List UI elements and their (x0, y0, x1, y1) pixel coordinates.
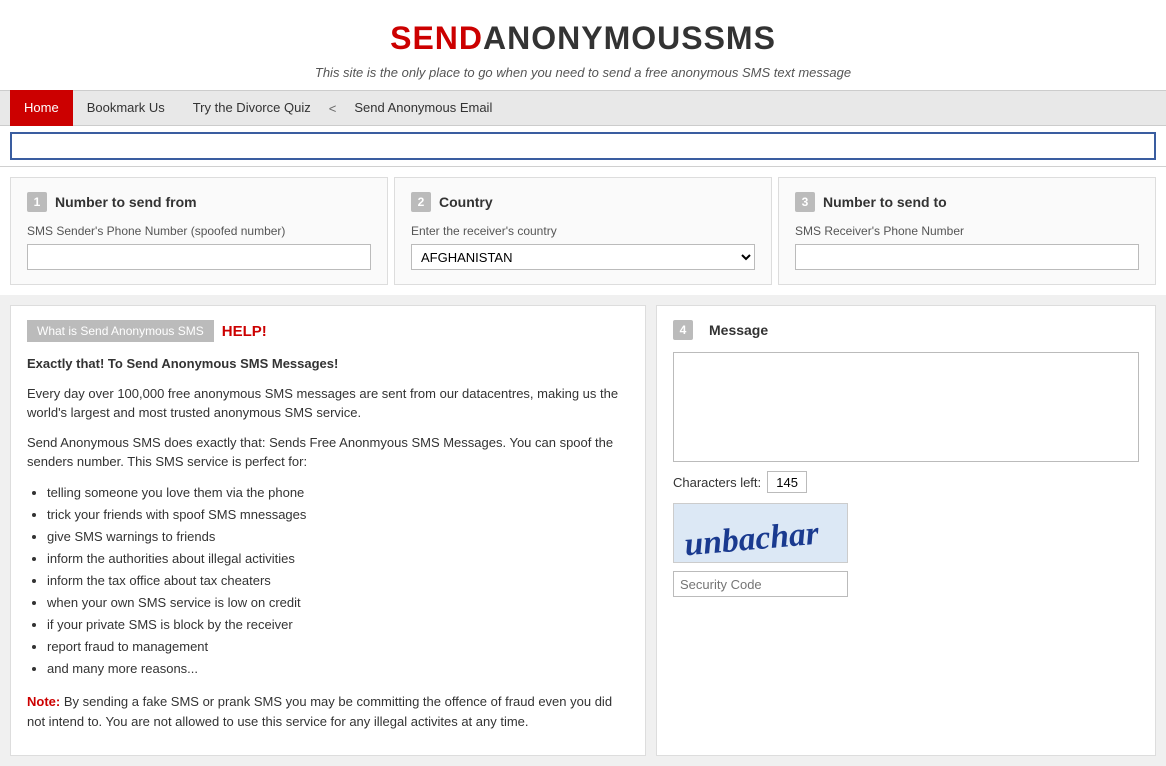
main-content: What is Send Anonymous SMS HELP! Exactly… (0, 295, 1166, 766)
step1-label: SMS Sender's Phone Number (spoofed numbe… (27, 224, 371, 238)
sender-phone-input[interactable] (27, 244, 371, 270)
note-paragraph: Note: By sending a fake SMS or prank SMS… (27, 692, 629, 731)
chars-left-row: Characters left: (673, 471, 1139, 493)
search-bar-area (0, 126, 1166, 167)
receiver-phone-input[interactable] (795, 244, 1139, 270)
left-panel-title-bar: What is Send Anonymous SMS HELP! (27, 320, 629, 342)
left-para3: Send Anonymous SMS does exactly that: Se… (27, 433, 629, 472)
list-item: telling someone you love them via the ph… (47, 482, 629, 504)
step1-title: Number to send from (55, 194, 197, 210)
step2-section: 2 Country Enter the receiver's country A… (394, 177, 772, 285)
nav-item-divorce-quiz[interactable]: Try the Divorce Quiz (179, 90, 325, 126)
list-item: if your private SMS is block by the rece… (47, 614, 629, 636)
what-is-button[interactable]: What is Send Anonymous SMS (27, 320, 214, 342)
search-input[interactable] (10, 132, 1156, 160)
list-item: inform the authorities about illegal act… (47, 548, 629, 570)
nav-separator: < (325, 93, 341, 124)
captcha-image: unbachar (673, 503, 848, 563)
note-label: Note: (27, 694, 60, 709)
chars-left-input[interactable] (767, 471, 807, 493)
steps-row: 1 Number to send from SMS Sender's Phone… (0, 167, 1166, 295)
title-black: ANONYMOUSSMS (483, 20, 776, 56)
message-textarea[interactable] (673, 352, 1139, 462)
right-panel-header: 4 Message (673, 320, 1139, 340)
step2-header: 2 Country (411, 192, 755, 212)
right-panel: 4 Message Characters left: unbachar (656, 305, 1156, 756)
step1-header: 1 Number to send from (27, 192, 371, 212)
security-code-input[interactable] (673, 571, 848, 597)
left-para1: Exactly that! To Send Anonymous SMS Mess… (27, 354, 629, 374)
step1-number: 1 (27, 192, 47, 212)
nav-item-bookmark[interactable]: Bookmark Us (73, 90, 179, 126)
step2-label: Enter the receiver's country (411, 224, 755, 238)
left-panel: What is Send Anonymous SMS HELP! Exactly… (10, 305, 646, 756)
list-item: give SMS warnings to friends (47, 526, 629, 548)
header-subtitle: This site is the only place to go when y… (20, 65, 1146, 80)
step3-header: 3 Number to send to (795, 192, 1139, 212)
site-title: SENDANONYMOUSSMS (20, 20, 1146, 57)
step3-label: SMS Receiver's Phone Number (795, 224, 1139, 238)
list-item: trick your friends with spoof SMS mnessa… (47, 504, 629, 526)
captcha-svg: unbachar (674, 503, 847, 563)
benefits-list: telling someone you love them via the ph… (47, 482, 629, 681)
step3-number: 3 (795, 192, 815, 212)
title-red: SEND (390, 20, 483, 56)
left-para2: Every day over 100,000 free anonymous SM… (27, 384, 629, 423)
step2-number: 2 (411, 192, 431, 212)
nav-item-anonymous-email[interactable]: Send Anonymous Email (340, 90, 506, 126)
list-item: inform the tax office about tax cheaters (47, 570, 629, 592)
step4-title: Message (709, 322, 768, 338)
step2-title: Country (439, 194, 493, 210)
chars-left-label: Characters left: (673, 475, 761, 490)
step3-section: 3 Number to send to SMS Receiver's Phone… (778, 177, 1156, 285)
step3-title: Number to send to (823, 194, 947, 210)
list-item: when your own SMS service is low on cred… (47, 592, 629, 614)
list-item: report fraud to management (47, 636, 629, 658)
page-wrapper: SENDANONYMOUSSMS This site is the only p… (0, 0, 1166, 766)
nav-item-home[interactable]: Home (10, 90, 73, 126)
header: SENDANONYMOUSSMS This site is the only p… (0, 0, 1166, 90)
help-label: HELP! (222, 323, 267, 340)
note-content: By sending a fake SMS or prank SMS you m… (27, 694, 612, 729)
nav-bar: Home Bookmark Us Try the Divorce Quiz < … (0, 90, 1166, 126)
country-select[interactable]: AFGHANISTAN ALBANIA ALGERIA ANGOLA ARGEN… (411, 244, 755, 270)
list-item: and many more reasons... (47, 658, 629, 680)
step1-section: 1 Number to send from SMS Sender's Phone… (10, 177, 388, 285)
step4-number: 4 (673, 320, 693, 340)
